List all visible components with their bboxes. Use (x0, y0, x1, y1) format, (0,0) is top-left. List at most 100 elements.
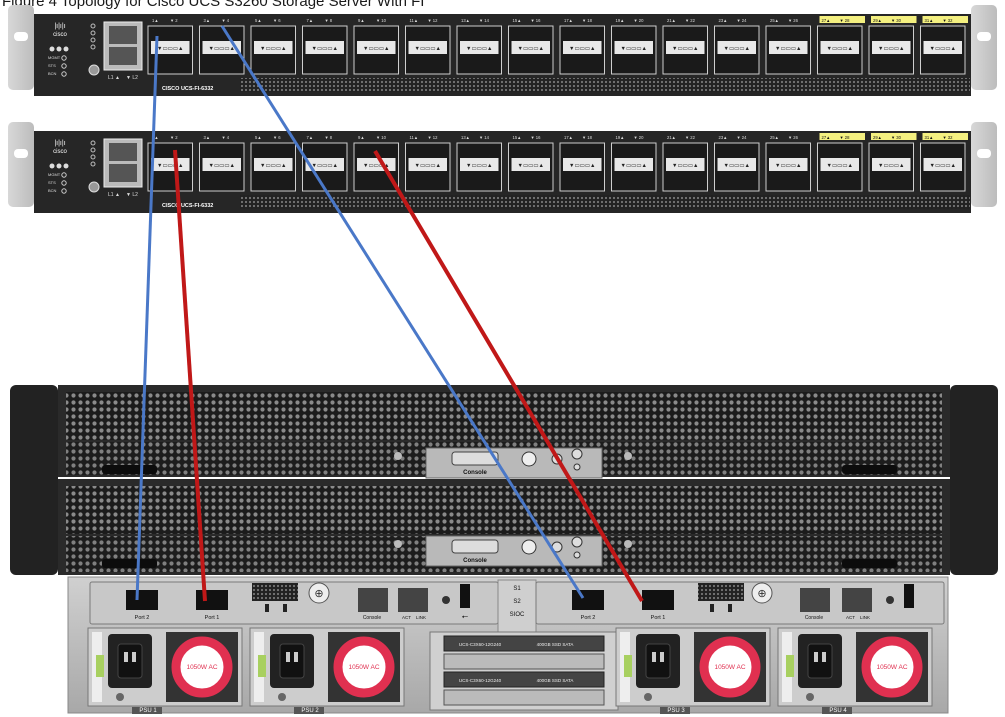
node1-act-label: ACT (402, 615, 411, 620)
fi-vent (240, 195, 970, 209)
rack-slot (14, 32, 28, 41)
mgmt-rj45[interactable] (398, 588, 428, 612)
port-number-label: 5▲ (255, 18, 261, 23)
qsfp-arrows: ▼▭▭▭▲ (157, 46, 183, 52)
psu-3: 1050W AC PSU 3 (615, 627, 771, 714)
thumbscrew-cross: ⊕ (757, 588, 766, 600)
mgmt-label: MGMT (48, 172, 61, 177)
screw-icon (394, 452, 402, 460)
reset-button[interactable] (88, 181, 100, 193)
node2-act-label: ACT (846, 615, 855, 620)
port-number-label: 31▲ (925, 135, 934, 140)
rack-slot (14, 149, 28, 158)
psu-label: PSU 4 (829, 708, 847, 714)
qsfp-arrows: ▼▭▭▭▲ (775, 163, 801, 169)
link-label-l2: ▼ L2 (126, 192, 138, 198)
status-led-icon (49, 46, 55, 52)
port-number-label: ▼ 2 (170, 135, 178, 140)
port-number-label: 13▲ (461, 18, 470, 23)
mgmt-rj45-bottom[interactable] (109, 164, 137, 182)
port-number-label: 29▲ (873, 135, 882, 140)
qsfp-arrows: ▼▭▭▭▲ (878, 46, 904, 52)
chassis-left-handle (10, 385, 58, 575)
console-label-top: Console (463, 470, 487, 476)
sioc-indicator: S1 S2 SIOC (497, 579, 537, 633)
mgmt-rj45-top[interactable] (109, 26, 137, 44)
port-number-label: 25▲ (770, 135, 779, 140)
port-number-label: ▼ 12 (428, 135, 439, 140)
node1-console-label: Console (363, 615, 382, 621)
port-number-label: 27▲ (822, 135, 831, 140)
qsfp-arrows: ▼▭▭▭▲ (569, 46, 595, 52)
port-number-label: ▼ 20 (634, 18, 645, 23)
port-number-label: 19▲ (616, 135, 625, 140)
port-number-label: 9▲ (358, 135, 364, 140)
fi-model-label: CISCO UCS-FI-6332 (162, 203, 213, 209)
mgmt-rj45-top[interactable] (109, 143, 137, 161)
psu-led (624, 655, 632, 677)
usb-port[interactable] (460, 584, 470, 608)
qsfp-arrows: ▼▭▭▭▲ (466, 163, 492, 169)
console-rj45[interactable] (358, 588, 388, 612)
psu-rating: 1050W AC (348, 664, 379, 671)
port-number-label: ▼ 24 (737, 135, 748, 140)
port-number-label: ▼ 14 (479, 135, 490, 140)
console-rj45[interactable] (800, 588, 830, 612)
psu-rating: 1050W AC (714, 664, 745, 671)
port-number-label: ▼ 28 (840, 18, 851, 23)
node2-port2[interactable] (572, 590, 604, 610)
port-number-label: ▼ 12 (428, 18, 439, 23)
port-number-label: 21▲ (667, 18, 676, 23)
port-number-label: 25▲ (770, 18, 779, 23)
usb-port[interactable] (904, 584, 914, 608)
qsfp-arrows: ▼▭▭▭▲ (724, 163, 750, 169)
drive-slot-empty[interactable] (443, 653, 605, 670)
qsfp-arrows: ▼▭▭▭▲ (415, 46, 441, 52)
psu-latch (644, 693, 652, 701)
port-number-label: 5▲ (255, 135, 261, 140)
chassis-right-handle (950, 385, 998, 575)
rack-ear-right (971, 122, 997, 207)
port-number-label: 11▲ (410, 18, 419, 23)
node1-port2[interactable] (126, 590, 158, 610)
mgmt-rj45-bottom[interactable] (109, 47, 137, 65)
port-number-label: 9▲ (358, 18, 364, 23)
sioc-s2: S2 (513, 599, 521, 605)
reset-button[interactable] (88, 64, 100, 76)
storage-server-chassis: Console Console Port 2 Port 1 ⊕ Console … (10, 385, 998, 714)
led-icon (571, 448, 583, 460)
node1-port1[interactable] (196, 590, 228, 610)
link-label-l2: ▼ L2 (126, 75, 138, 81)
port-number-label: ▼ 26 (788, 18, 799, 23)
status-led-icon (56, 163, 62, 169)
psu-rating: 1050W AC (876, 664, 907, 671)
module-latch (842, 465, 897, 474)
node2-port1[interactable] (642, 590, 674, 610)
link-label-l1: L1 ▲ (108, 192, 120, 198)
qsfp-arrows: ▼▭▭▭▲ (518, 163, 544, 169)
port-number-label: ▼ 16 (531, 135, 542, 140)
fi-model-label: CISCO UCS-FI-6332 (162, 86, 213, 92)
status-led-icon (63, 46, 69, 52)
server-node-left: Port 2 Port 1 ⊕ Console ACT LINK ⭠ (89, 581, 499, 625)
topology-diagram: |ı|ı|ı cisco MGMT STS BCN L1 ▲ ▼ L2 CISCO UCS-F… (8, 5, 998, 714)
node1-port1-label: Port 1 (205, 615, 220, 621)
drive-slot-empty[interactable] (443, 689, 605, 706)
qsfp-arrows: ▼▭▭▭▲ (518, 46, 544, 52)
sioc-label: SIOC (510, 612, 525, 618)
port-number-label: 7▲ (307, 18, 313, 23)
node1-port2-label: Port 2 (135, 615, 150, 621)
usb-icon: ⭠ (462, 612, 469, 621)
console-port-bottom[interactable] (451, 539, 499, 554)
drive-model: UCS-C3X60-12G240 (459, 678, 502, 683)
module-latch (842, 559, 897, 568)
port-number-label: ▼ 4 (222, 135, 230, 140)
rack-slot (977, 32, 991, 41)
mgmt-rj45[interactable] (842, 588, 872, 612)
module-latch (102, 559, 157, 568)
port-number-label: 11▲ (410, 135, 419, 140)
status-led-icon (56, 46, 62, 52)
psu-label: PSU 3 (667, 708, 685, 714)
qsfp-arrows: ▼▭▭▭▲ (260, 46, 286, 52)
sioc-s1: S1 (513, 586, 521, 592)
